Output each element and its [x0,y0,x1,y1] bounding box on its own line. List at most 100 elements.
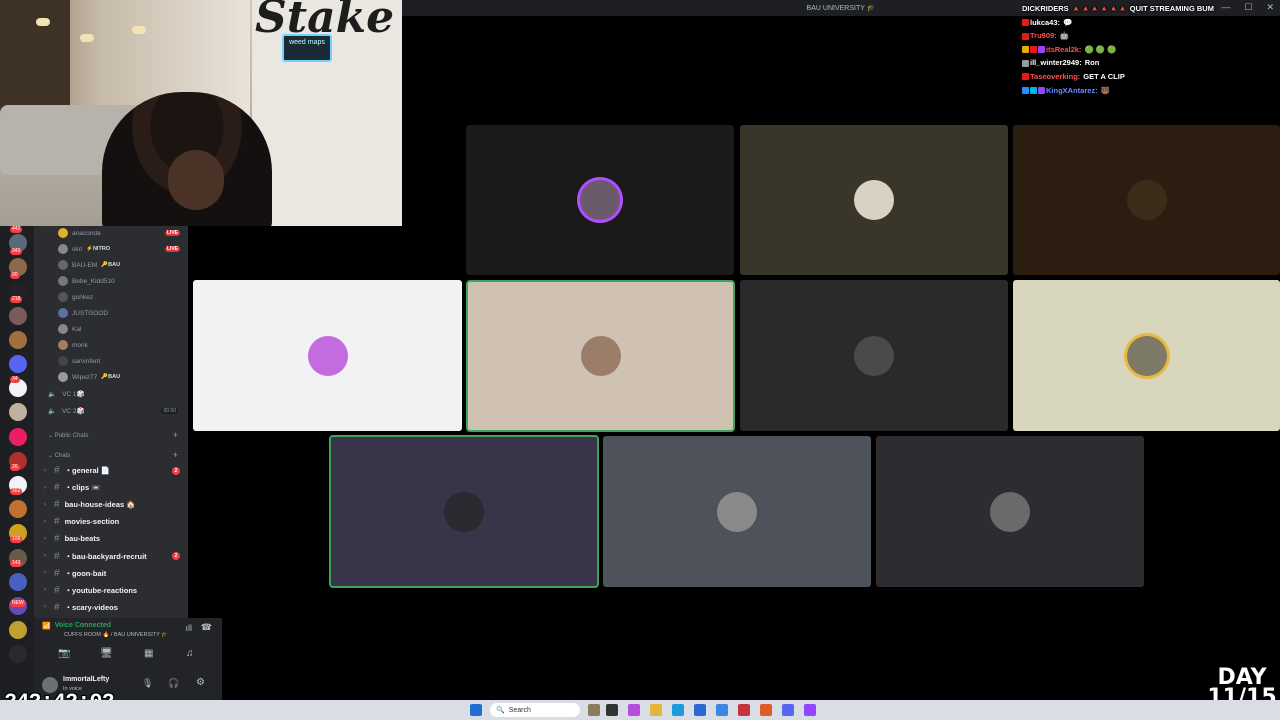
webcam-light [36,18,50,26]
neon-sign: weed maps [282,34,332,62]
voice-user[interactable]: JUSTGOOD [58,306,188,320]
video-tile[interactable] [740,125,1008,275]
chat-message: Tru909: 🤖 [1022,29,1232,43]
chevron-right-icon: › [44,467,46,474]
add-channel-icon[interactable]: + [173,450,178,460]
chat-message: ill_winter2949: Ron [1022,56,1232,70]
chat-badge-icon [1022,19,1029,27]
file-explorer-icon[interactable] [650,704,662,716]
video-tile[interactable] [876,436,1144,587]
maximize-button[interactable]: ☐ [1244,2,1252,13]
channel-item[interactable]: › # ・clips 📼 [44,480,184,495]
chat-text: 🔺🔺🔺🔺🔺🔺 QUIT STREAMING BUM [1071,4,1214,13]
app-icon[interactable] [628,704,640,716]
user-tag: ⚡NITRO [86,246,111,252]
app-icon[interactable] [738,704,750,716]
video-tile[interactable] [1013,125,1280,275]
discord-icon[interactable] [782,704,794,716]
voice-user[interactable]: Kal [58,322,188,336]
chevron-right-icon: › [44,518,46,525]
video-tile[interactable] [1013,280,1280,431]
disconnect-icon[interactable]: ☎ [201,622,212,633]
avatar [854,335,894,376]
window-title: BAU UNIVERSITY 🎓 [806,5,876,12]
channel-item[interactable]: › # bau-beats [44,531,184,546]
server-icon[interactable] [9,645,27,664]
video-tile[interactable] [603,436,871,587]
chrome-icon[interactable] [760,704,772,716]
voice-user-name: Wipez77 [72,373,98,381]
server-icon[interactable] [9,355,27,373]
server-icon[interactable] [9,621,27,640]
twitch-icon[interactable] [804,704,816,716]
chat-username: lukca43: [1030,17,1061,27]
voice-user[interactable]: skrl ⚡NITRO LIVE [58,242,188,256]
video-tile[interactable] [329,435,599,588]
soundboard-icon[interactable]: ♫ [186,648,194,659]
streamer-face [168,150,224,210]
channel-item[interactable]: › # movies-section [44,514,184,529]
channel-item[interactable]: › # ・goon-bait [44,566,184,581]
store-icon[interactable] [694,704,706,716]
server-icon[interactable] [9,403,27,422]
video-tile[interactable] [466,125,734,275]
task-view-icon[interactable] [606,704,618,716]
voice-user-name: skrl [72,245,83,253]
activities-icon[interactable]: ▦ [144,648,153,659]
chat-message: lukca43: 💬 [1022,16,1232,30]
chat-text: GET A CLIP [1083,71,1125,81]
stream-chat-overlay: DICKRIDERS 🔺🔺🔺🔺🔺🔺 QUIT STREAMING BUM lukca… [1022,2,1232,97]
voice-user[interactable]: BAU-EM 🔑BAU [58,258,188,272]
category-public-chats[interactable]: ⌄ Public Chats [48,432,88,439]
camera-icon[interactable]: 📷 [58,648,70,659]
widget-icon[interactable] [588,704,600,716]
mail-icon[interactable] [716,704,728,716]
channel-item[interactable]: › # ・general 📄 2 [44,463,184,478]
voice-user[interactable]: gunkez [58,290,188,304]
add-channel-icon[interactable]: + [173,430,178,440]
screen-share-icon[interactable]: 🖥 [100,648,113,659]
mention-badge: 442 [10,226,23,233]
server-icon[interactable] [9,427,27,446]
channel-item[interactable]: › # ・bau-backyard-recruit 2 [44,549,184,564]
server-icon[interactable] [9,306,27,325]
mention-badge: 34 [10,376,20,383]
server-icon[interactable] [9,330,27,349]
channel-item[interactable]: › # bau-house-ideas 🏠 [44,497,184,512]
microphone-icon[interactable]: 🎙 [142,678,153,689]
taskbar-search[interactable]: 🔍 Search [490,703,580,717]
voice-channel-vc1[interactable]: 🔈 VC 1🎲 [48,390,85,398]
user-tag: 🔑BAU [101,374,121,380]
video-tile[interactable] [193,280,462,431]
edge-icon[interactable] [672,704,684,716]
chevron-right-icon: › [44,570,46,577]
channel-item[interactable]: › # ・youtube-reactions [44,583,184,598]
video-tile[interactable] [740,280,1008,431]
channel-item[interactable]: › # ・scary-videos [44,600,184,615]
avatar [58,372,68,382]
voice-user[interactable]: Wipez77 🔑BAU [58,370,188,384]
close-button[interactable]: ✕ [1266,2,1274,13]
voice-channel-limit: 00 50 [161,408,178,414]
webcam-shelf [0,0,70,120]
server-icon[interactable] [9,500,27,519]
voice-channel-vc2[interactable]: 🔈 VC 2🎲 00 50 [48,407,178,415]
voice-user[interactable]: Bebe_Kidd510 [58,274,188,288]
category-chats[interactable]: ⌄ Chats [48,452,70,459]
avatar [58,356,68,366]
voice-user[interactable]: sarvinfent [58,354,188,368]
avatar [1126,180,1167,220]
voice-connected-panel: 📶 Voice Connected CUFFS ROOM 🔥 / BAU UNI… [34,618,222,670]
chat-badge-icon [1022,87,1029,95]
webcam-overlay: Stake weed maps [0,0,402,226]
start-icon[interactable] [470,704,482,716]
voice-user[interactable]: anaconda LIVE [58,226,188,240]
video-tile[interactable] [466,280,735,432]
gear-icon[interactable]: ⚙ [196,677,205,688]
server-icon[interactable] [9,572,27,591]
voice-channel-label: VC 1🎲 [62,391,85,398]
voice-user[interactable]: monk [58,338,188,352]
headphones-icon[interactable]: 🎧 [168,678,179,689]
chevron-right-icon: › [44,587,46,594]
noise-suppression-icon[interactable]: ıll [186,623,193,633]
